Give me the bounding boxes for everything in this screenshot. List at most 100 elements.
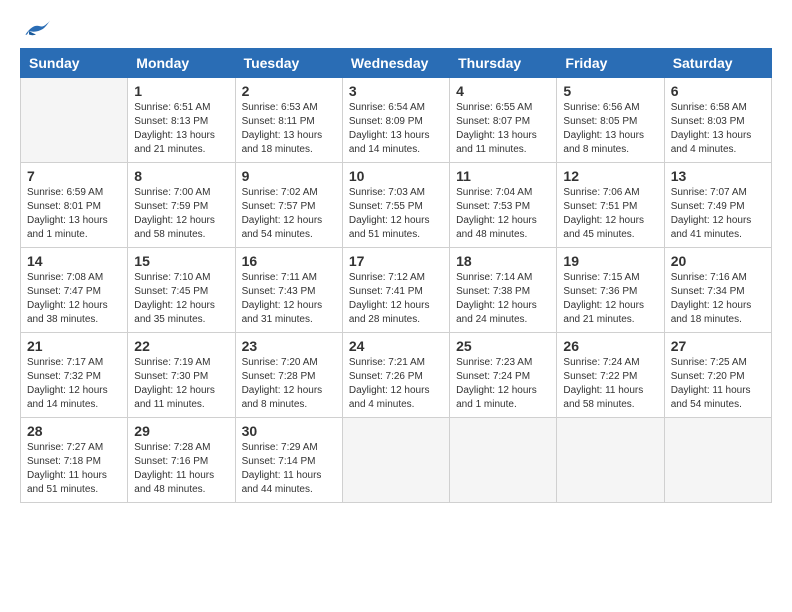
day-info: Sunrise: 7:15 AM Sunset: 7:36 PM Dayligh…	[563, 271, 657, 327]
weekday-header-monday: Monday	[128, 49, 235, 78]
calendar-week-row: 28 Sunrise: 7:27 AM Sunset: 7:18 PM Dayli…	[21, 418, 772, 503]
calendar-cell: 16Sunrise: 7:11 AM Sunset: 7:43 PM Dayli…	[235, 248, 342, 333]
weekday-header-friday: Friday	[557, 49, 664, 78]
calendar-cell: 10 Sunrise: 7:03 AM Sunset: 7:55 PM Dayli…	[342, 163, 449, 248]
day-number: 4	[456, 83, 550, 99]
calendar-cell: 26 Sunrise: 7:24 AM Sunset: 7:22 PM Dayli…	[557, 333, 664, 418]
day-info: Sunrise: 7:07 AM Sunset: 7:49 PM Dayligh…	[671, 186, 765, 242]
day-number: 18	[456, 253, 550, 269]
day-number: 12	[563, 168, 657, 184]
calendar-cell: 3 Sunrise: 6:54 AM Sunset: 8:09 PM Daylig…	[342, 78, 449, 163]
calendar-cell: 24 Sunrise: 7:21 AM Sunset: 7:26 PM Dayli…	[342, 333, 449, 418]
weekday-header-sunday: Sunday	[21, 49, 128, 78]
day-number: 23	[242, 338, 336, 354]
day-number: 14	[27, 253, 121, 269]
day-number: 22	[134, 338, 228, 354]
calendar-week-row: 14 Sunrise: 7:08 AM Sunset: 7:47 PM Dayli…	[21, 248, 772, 333]
day-info: Sunrise: 7:27 AM Sunset: 7:18 PM Dayligh…	[27, 441, 121, 497]
calendar-cell	[21, 78, 128, 163]
calendar-cell: 21 Sunrise: 7:17 AM Sunset: 7:32 PM Dayli…	[21, 333, 128, 418]
calendar-cell: 27 Sunrise: 7:25 AM Sunset: 7:20 PM Dayli…	[664, 333, 771, 418]
calendar-cell: 29 Sunrise: 7:28 AM Sunset: 7:16 PM Dayli…	[128, 418, 235, 503]
day-info: Sunrise: 6:58 AM Sunset: 8:03 PM Dayligh…	[671, 101, 765, 157]
day-number: 21	[27, 338, 121, 354]
calendar-cell: 2 Sunrise: 6:53 AM Sunset: 8:11 PM Daylig…	[235, 78, 342, 163]
day-info: Sunrise: 7:25 AM Sunset: 7:20 PM Dayligh…	[671, 356, 765, 412]
day-info: Sunrise: 6:53 AM Sunset: 8:11 PM Dayligh…	[242, 101, 336, 157]
day-number: 29	[134, 423, 228, 439]
day-info: Sunrise: 7:12 AM Sunset: 7:41 PM Dayligh…	[349, 271, 443, 327]
day-info: Sunrise: 7:19 AM Sunset: 7:30 PM Dayligh…	[134, 356, 228, 412]
calendar-cell: 15 Sunrise: 7:10 AM Sunset: 7:45 PM Dayli…	[128, 248, 235, 333]
day-info: Sunrise: 7:28 AM Sunset: 7:16 PM Dayligh…	[134, 441, 228, 497]
day-info: Sunrise: 7:10 AM Sunset: 7:45 PM Dayligh…	[134, 271, 228, 327]
calendar-cell: 25 Sunrise: 7:23 AM Sunset: 7:24 PM Dayli…	[450, 333, 557, 418]
day-info: Sunrise: 6:51 AM Sunset: 8:13 PM Dayligh…	[134, 101, 228, 157]
calendar-cell: 12 Sunrise: 7:06 AM Sunset: 7:51 PM Dayli…	[557, 163, 664, 248]
calendar-cell: 8Sunrise: 7:00 AM Sunset: 7:59 PM Daylig…	[128, 163, 235, 248]
day-number: 7	[27, 168, 121, 184]
calendar-table: SundayMondayTuesdayWednesdayThursdayFrid…	[20, 48, 772, 503]
day-number: 6	[671, 83, 765, 99]
day-number: 2	[242, 83, 336, 99]
calendar-cell	[450, 418, 557, 503]
day-info: Sunrise: 7:02 AM Sunset: 7:57 PM Dayligh…	[242, 186, 336, 242]
weekday-header-wednesday: Wednesday	[342, 49, 449, 78]
day-number: 10	[349, 168, 443, 184]
day-info: Sunrise: 6:55 AM Sunset: 8:07 PM Dayligh…	[456, 101, 550, 157]
calendar-cell: 17 Sunrise: 7:12 AM Sunset: 7:41 PM Dayli…	[342, 248, 449, 333]
calendar-cell: 28 Sunrise: 7:27 AM Sunset: 7:18 PM Dayli…	[21, 418, 128, 503]
day-number: 3	[349, 83, 443, 99]
day-number: 1	[134, 83, 228, 99]
day-number: 26	[563, 338, 657, 354]
day-number: 25	[456, 338, 550, 354]
calendar-cell: 4 Sunrise: 6:55 AM Sunset: 8:07 PM Daylig…	[450, 78, 557, 163]
day-info: Sunrise: 7:24 AM Sunset: 7:22 PM Dayligh…	[563, 356, 657, 412]
day-number: 28	[27, 423, 121, 439]
calendar-week-row: 1 Sunrise: 6:51 AM Sunset: 8:13 PM Daylig…	[21, 78, 772, 163]
day-number: 17	[349, 253, 443, 269]
day-number: 27	[671, 338, 765, 354]
day-number: 13	[671, 168, 765, 184]
day-info: Sunrise: 7:16 AM Sunset: 7:34 PM Dayligh…	[671, 271, 765, 327]
calendar-header-row: SundayMondayTuesdayWednesdayThursdayFrid…	[21, 49, 772, 78]
calendar-cell: 7 Sunrise: 6:59 AM Sunset: 8:01 PM Daylig…	[21, 163, 128, 248]
day-info: Sunrise: 7:11 AM Sunset: 7:43 PM Dayligh…	[242, 271, 336, 327]
calendar-cell: 22 Sunrise: 7:19 AM Sunset: 7:30 PM Dayli…	[128, 333, 235, 418]
day-number: 11	[456, 168, 550, 184]
day-number: 9	[242, 168, 336, 184]
calendar-cell	[557, 418, 664, 503]
day-info: Sunrise: 7:21 AM Sunset: 7:26 PM Dayligh…	[349, 356, 443, 412]
day-info: Sunrise: 7:03 AM Sunset: 7:55 PM Dayligh…	[349, 186, 443, 242]
day-info: Sunrise: 7:29 AM Sunset: 7:14 PM Dayligh…	[242, 441, 336, 497]
calendar-cell: 18 Sunrise: 7:14 AM Sunset: 7:38 PM Dayli…	[450, 248, 557, 333]
calendar-cell: 1 Sunrise: 6:51 AM Sunset: 8:13 PM Daylig…	[128, 78, 235, 163]
calendar-week-row: 7 Sunrise: 6:59 AM Sunset: 8:01 PM Daylig…	[21, 163, 772, 248]
calendar-cell	[342, 418, 449, 503]
day-info: Sunrise: 7:04 AM Sunset: 7:53 PM Dayligh…	[456, 186, 550, 242]
calendar-cell: 13 Sunrise: 7:07 AM Sunset: 7:49 PM Dayli…	[664, 163, 771, 248]
day-info: Sunrise: 6:59 AM Sunset: 8:01 PM Dayligh…	[27, 186, 121, 242]
calendar-cell: 5Sunrise: 6:56 AM Sunset: 8:05 PM Daylig…	[557, 78, 664, 163]
day-info: Sunrise: 7:20 AM Sunset: 7:28 PM Dayligh…	[242, 356, 336, 412]
day-info: Sunrise: 7:06 AM Sunset: 7:51 PM Dayligh…	[563, 186, 657, 242]
calendar-cell: 23 Sunrise: 7:20 AM Sunset: 7:28 PM Dayli…	[235, 333, 342, 418]
day-info: Sunrise: 6:56 AM Sunset: 8:05 PM Dayligh…	[563, 101, 657, 157]
day-info: Sunrise: 7:17 AM Sunset: 7:32 PM Dayligh…	[27, 356, 121, 412]
logo-bird-icon	[22, 20, 50, 42]
weekday-header-tuesday: Tuesday	[235, 49, 342, 78]
day-info: Sunrise: 7:23 AM Sunset: 7:24 PM Dayligh…	[456, 356, 550, 412]
day-number: 19	[563, 253, 657, 269]
calendar-cell	[664, 418, 771, 503]
day-number: 24	[349, 338, 443, 354]
calendar-cell: 20 Sunrise: 7:16 AM Sunset: 7:34 PM Dayli…	[664, 248, 771, 333]
calendar-cell: 14 Sunrise: 7:08 AM Sunset: 7:47 PM Dayli…	[21, 248, 128, 333]
day-info: Sunrise: 6:54 AM Sunset: 8:09 PM Dayligh…	[349, 101, 443, 157]
day-number: 20	[671, 253, 765, 269]
calendar-cell: 9 Sunrise: 7:02 AM Sunset: 7:57 PM Daylig…	[235, 163, 342, 248]
day-number: 30	[242, 423, 336, 439]
day-info: Sunrise: 7:14 AM Sunset: 7:38 PM Dayligh…	[456, 271, 550, 327]
day-number: 15	[134, 253, 228, 269]
day-info: Sunrise: 7:08 AM Sunset: 7:47 PM Dayligh…	[27, 271, 121, 327]
calendar-cell: 11 Sunrise: 7:04 AM Sunset: 7:53 PM Dayli…	[450, 163, 557, 248]
